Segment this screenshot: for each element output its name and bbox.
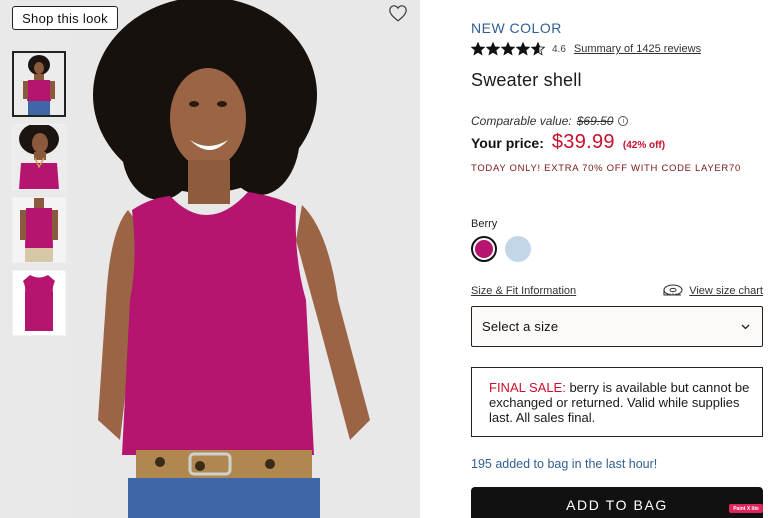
- size-select[interactable]: Select a size: [471, 306, 763, 347]
- final-sale-notice: FINAL SALE: berry is available but canno…: [471, 367, 763, 437]
- swatch-light-blue-fill: [505, 236, 531, 262]
- size-chart-link[interactable]: View size chart: [661, 284, 763, 298]
- sale-price: $39.99: [551, 131, 615, 153]
- comparable-value: Comparable value: $69.50 i: [471, 114, 629, 128]
- color-swatches: [471, 236, 539, 262]
- size-select-label: Select a size: [482, 319, 559, 334]
- new-color-badge: NEW COLOR: [471, 20, 562, 36]
- thumb-model-front[interactable]: [12, 51, 66, 117]
- add-to-bag-label: ADD TO BAG: [566, 497, 668, 513]
- rating-row: 4.6 Summary of 1425 reviews: [471, 41, 701, 57]
- model-front-thumbnail-image: [14, 53, 64, 115]
- product-main-image: [70, 0, 420, 518]
- size-fit-info-link[interactable]: Size & Fit Information: [471, 285, 576, 297]
- thumb-flat-lay[interactable]: [12, 270, 66, 336]
- rating-value: 4.6: [552, 43, 566, 55]
- thumb-model-closeup[interactable]: [12, 124, 66, 190]
- price-row: Your price: $39.99 (42% off): [471, 131, 665, 154]
- model-closeup-thumbnail-image: [13, 125, 65, 189]
- swatch-berry-fill: [475, 240, 493, 258]
- your-price-label: Your price:: [471, 135, 544, 151]
- promo-message: TODAY ONLY! EXTRA 70% OFF WITH CODE LAYE…: [471, 163, 741, 174]
- product-title: Sweater shell: [471, 70, 582, 90]
- swatch-berry[interactable]: [471, 236, 497, 262]
- size-links-row: Size & Fit Information View size chart: [471, 284, 763, 298]
- comparable-price: $69.50: [576, 114, 614, 128]
- star-icon: [471, 42, 485, 56]
- selected-color-name: Berry: [471, 218, 498, 230]
- add-to-bag-button[interactable]: ADD TO BAG: [471, 487, 763, 518]
- star-icon: [501, 42, 515, 56]
- thumbnail-list: [12, 51, 66, 343]
- model-back-thumbnail-image: [13, 198, 65, 262]
- swatch-light-blue[interactable]: [505, 236, 531, 262]
- tape-measure-icon: [663, 284, 683, 296]
- final-sale-label: FINAL SALE:: [489, 380, 566, 395]
- extension-badge[interactable]: Paint X lite: [729, 504, 763, 513]
- social-proof-message: 195 added to bag in the last hour!: [471, 457, 658, 471]
- flat-lay-thumbnail-image: [13, 271, 65, 335]
- star-icon: [531, 42, 545, 56]
- star-icon: [486, 42, 500, 56]
- heart-outline-icon[interactable]: [388, 4, 408, 22]
- star-icon: [516, 42, 530, 56]
- thumb-model-back[interactable]: [12, 197, 66, 263]
- chevron-down-icon: [741, 324, 750, 329]
- shop-this-look-button[interactable]: Shop this look: [12, 6, 118, 30]
- product-gallery: Shop this look: [0, 0, 420, 518]
- star-rating: [471, 42, 546, 56]
- size-chart-label: View size chart: [689, 285, 763, 297]
- reviews-summary-link[interactable]: Summary of 1425 reviews: [574, 43, 701, 55]
- discount-percent: (42% off): [622, 140, 666, 151]
- info-icon[interactable]: i: [618, 116, 629, 126]
- comparable-label: Comparable value:: [471, 114, 572, 128]
- product-info-panel: NEW COLOR 4.6 Summary of 1425 reviews Sw…: [471, 0, 768, 518]
